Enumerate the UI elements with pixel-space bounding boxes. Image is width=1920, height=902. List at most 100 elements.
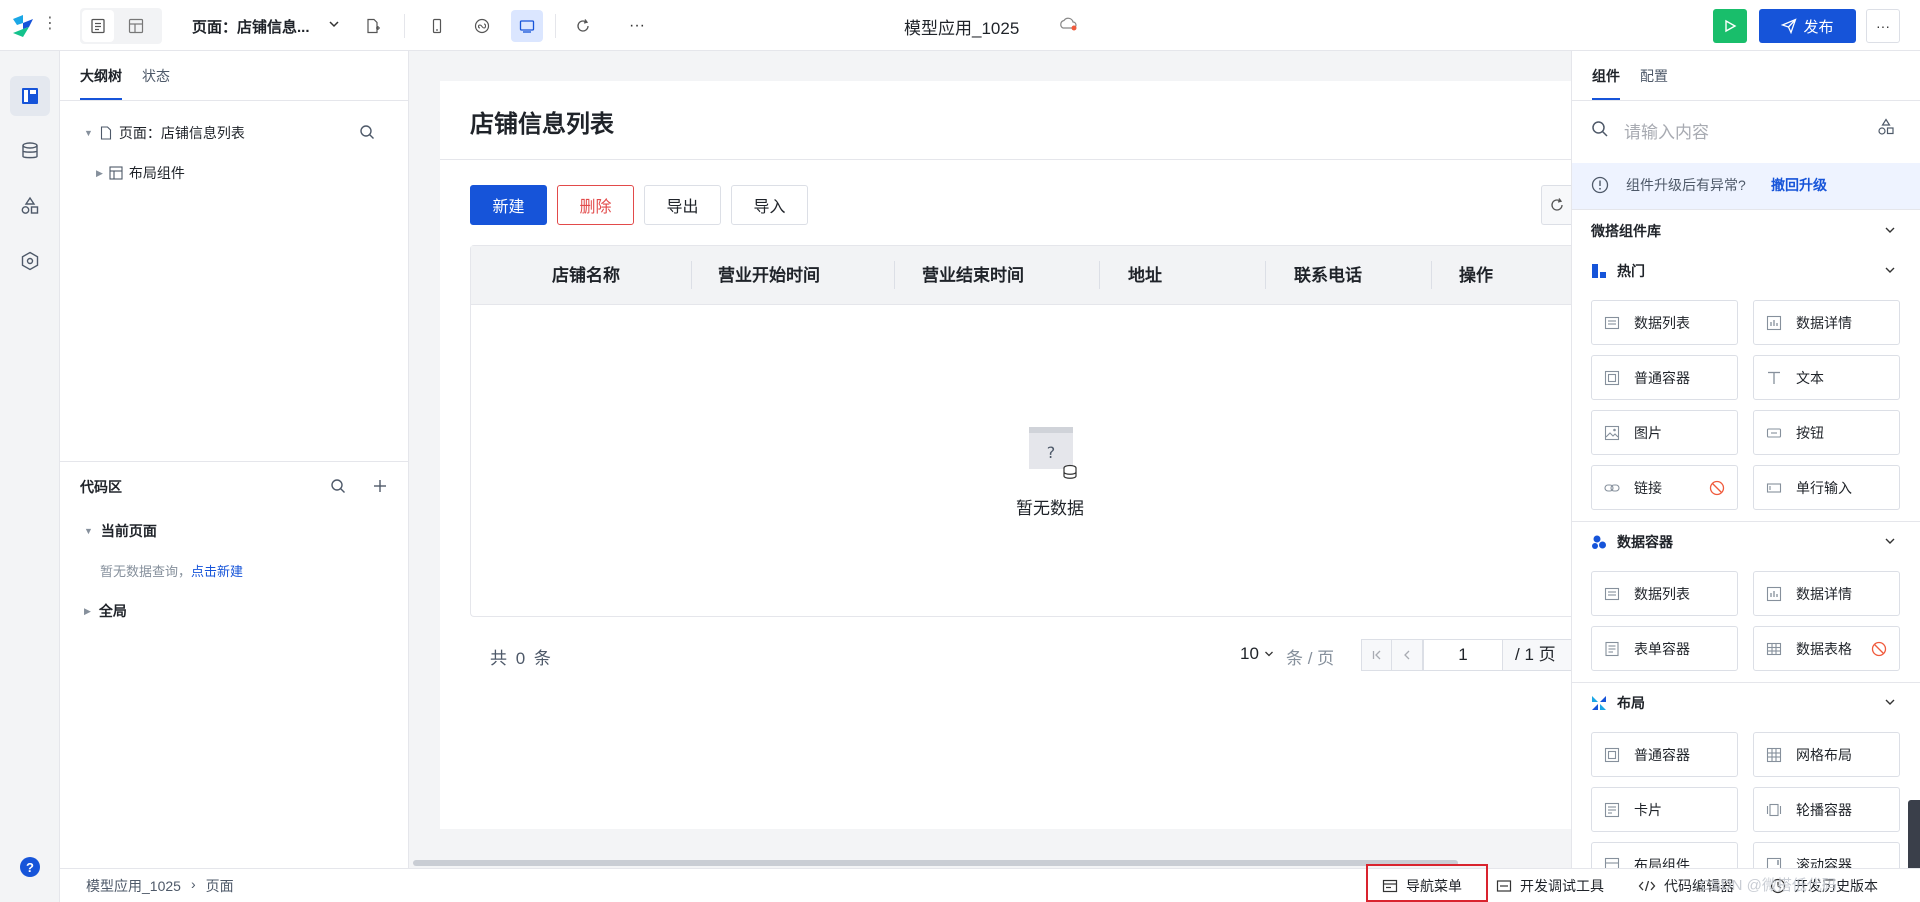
component-card[interactable]: 数据列表 <box>1591 300 1738 345</box>
publish-button[interactable]: 发布 <box>1759 9 1856 43</box>
caret-right-icon[interactable]: ▶ <box>84 606 91 617</box>
caret-right-icon[interactable]: ▶ <box>96 168 103 179</box>
component-card[interactable]: 图片 <box>1591 410 1738 455</box>
rail-data[interactable] <box>10 131 50 171</box>
rail-settings[interactable] <box>10 241 50 281</box>
upgrade-notice-text: 组件升级后有异常? <box>1626 177 1746 193</box>
search-icon[interactable] <box>330 478 346 494</box>
more-tools-button[interactable]: ··· <box>621 10 653 42</box>
view-mode-group <box>80 8 162 44</box>
title-divider <box>440 159 1571 160</box>
library-header[interactable]: 微搭组件库 <box>1591 221 1661 241</box>
component-card[interactable]: 表单容器 <box>1591 626 1738 671</box>
column-header[interactable]: 营业开始时间 <box>718 246 820 305</box>
export-button[interactable]: 导出 <box>644 185 721 225</box>
more-menu-button[interactable]: ··· <box>1866 9 1900 43</box>
mobile-preview-button[interactable] <box>421 10 453 42</box>
caret-down-icon[interactable]: ▼ <box>84 526 93 536</box>
tab-config[interactable]: 配置 <box>1640 51 1668 100</box>
create-query-link[interactable]: 点击新建 <box>191 564 243 579</box>
section-header-popular[interactable]: 热门 <box>1591 261 1645 281</box>
column-header[interactable]: 店铺名称 <box>552 246 620 305</box>
component-card[interactable]: 数据详情 <box>1753 571 1900 616</box>
column-header[interactable]: 操作 <box>1459 246 1493 305</box>
section-title: 布局 <box>1617 695 1645 711</box>
code-section-global[interactable]: ▶ 全局 <box>84 601 127 621</box>
cloud-sync-icon[interactable] <box>1058 16 1078 32</box>
miniprogram-preview-button[interactable] <box>466 10 498 42</box>
component-card[interactable]: 单行输入 <box>1753 465 1900 510</box>
dev-debug-tools-button[interactable]: 开发调试工具 <box>1496 876 1604 896</box>
chevron-down-icon[interactable] <box>1884 535 1896 547</box>
tab-components[interactable]: 组件 <box>1592 51 1620 100</box>
section-header-data-container[interactable]: 数据容器 <box>1591 532 1673 552</box>
watermark: CSDN @微搭低代码 <box>1700 877 1837 894</box>
component-shapes-icon[interactable] <box>1877 118 1895 136</box>
delete-button[interactable]: 删除 <box>557 185 634 225</box>
rail-outline[interactable] <box>10 76 50 116</box>
plus-icon[interactable] <box>372 478 388 494</box>
layout-section-icon <box>1592 696 1606 710</box>
table-refresh-button[interactable] <box>1541 185 1571 225</box>
layout-view-button[interactable] <box>120 10 152 42</box>
component-card[interactable]: 普通容器 <box>1591 732 1738 777</box>
column-header[interactable]: 联系电话 <box>1294 246 1362 305</box>
rail-components[interactable] <box>10 186 50 226</box>
section-header-layout[interactable]: 布局 <box>1591 693 1645 713</box>
component-card[interactable]: 数据表格 <box>1753 626 1900 671</box>
tree-item-layout[interactable]: ▶ 布局组件 <box>96 163 185 183</box>
chevron-down-icon[interactable] <box>1884 224 1896 236</box>
tabs-divider <box>1572 100 1920 101</box>
breadcrumb-app[interactable]: 模型应用_1025 <box>86 876 181 896</box>
component-card[interactable]: 文本 <box>1753 355 1900 400</box>
ellipsis-icon: ··· <box>629 17 645 34</box>
chevron-down-icon[interactable] <box>1884 264 1896 276</box>
component-card[interactable]: 数据详情 <box>1753 300 1900 345</box>
code-empty-hint: 暂无数据查询，点击新建 <box>100 561 243 580</box>
component-card[interactable]: 链接 <box>1591 465 1738 510</box>
component-label: 网格布局 <box>1796 746 1852 763</box>
refresh-button[interactable] <box>567 10 599 42</box>
first-page-button[interactable] <box>1361 639 1392 671</box>
chevron-down-icon[interactable] <box>328 18 340 30</box>
code-brackets-icon <box>1638 880 1656 892</box>
help-icon[interactable]: ? <box>20 857 40 877</box>
revert-upgrade-link[interactable]: 撤回升级 <box>1771 175 1827 195</box>
add-page-button[interactable] <box>357 10 389 42</box>
component-card[interactable]: 轮播容器 <box>1753 787 1900 832</box>
search-icon[interactable] <box>359 124 375 140</box>
tab-outline-tree[interactable]: 大纲树 <box>80 51 122 100</box>
app-logo-icon[interactable] <box>10 13 36 39</box>
app-menu-dots-icon[interactable]: ⋮ <box>42 14 58 34</box>
component-card[interactable]: 卡片 <box>1591 787 1738 832</box>
caret-down-icon[interactable]: ▼ <box>84 128 93 138</box>
page-select[interactable]: 页面：店铺信息... <box>192 16 310 37</box>
library-title: 微搭组件库 <box>1591 223 1661 239</box>
publish-label: 发布 <box>1803 18 1834 36</box>
chevron-down-icon[interactable] <box>1884 696 1896 708</box>
component-card[interactable]: 按钮 <box>1753 410 1900 455</box>
code-section-current-page[interactable]: ▼ 当前页面 <box>84 521 157 541</box>
import-button[interactable]: 导入 <box>731 185 808 225</box>
page-size-select[interactable]: 10 <box>1240 644 1274 664</box>
create-button[interactable]: 新建 <box>470 185 547 225</box>
code-empty-text: 暂无数据查询， <box>100 564 192 579</box>
breadcrumb-page[interactable]: 页面 <box>206 876 234 896</box>
component-card[interactable]: 数据列表 <box>1591 571 1738 616</box>
tree-item-page[interactable]: ▼ 页面：店铺信息列表 <box>84 123 245 143</box>
column-header[interactable]: 地址 <box>1128 246 1162 305</box>
desktop-preview-button[interactable] <box>511 10 543 42</box>
link-icon <box>1604 483 1620 492</box>
horizontal-scrollbar[interactable] <box>413 860 1458 866</box>
column-header[interactable]: 营业结束时间 <box>922 246 1024 305</box>
text-icon <box>1768 371 1780 384</box>
component-search-input[interactable]: 请输入内容 <box>1624 118 1709 143</box>
component-card[interactable]: 普通容器 <box>1591 355 1738 400</box>
column-separator <box>1265 261 1266 289</box>
outline-view-button[interactable] <box>82 10 114 42</box>
tab-state[interactable]: 状态 <box>142 51 170 100</box>
run-button[interactable] <box>1713 9 1747 43</box>
component-card[interactable]: 网格布局 <box>1753 732 1900 777</box>
page-number-input[interactable]: 1 <box>1423 639 1503 671</box>
prev-page-button[interactable] <box>1392 639 1423 671</box>
